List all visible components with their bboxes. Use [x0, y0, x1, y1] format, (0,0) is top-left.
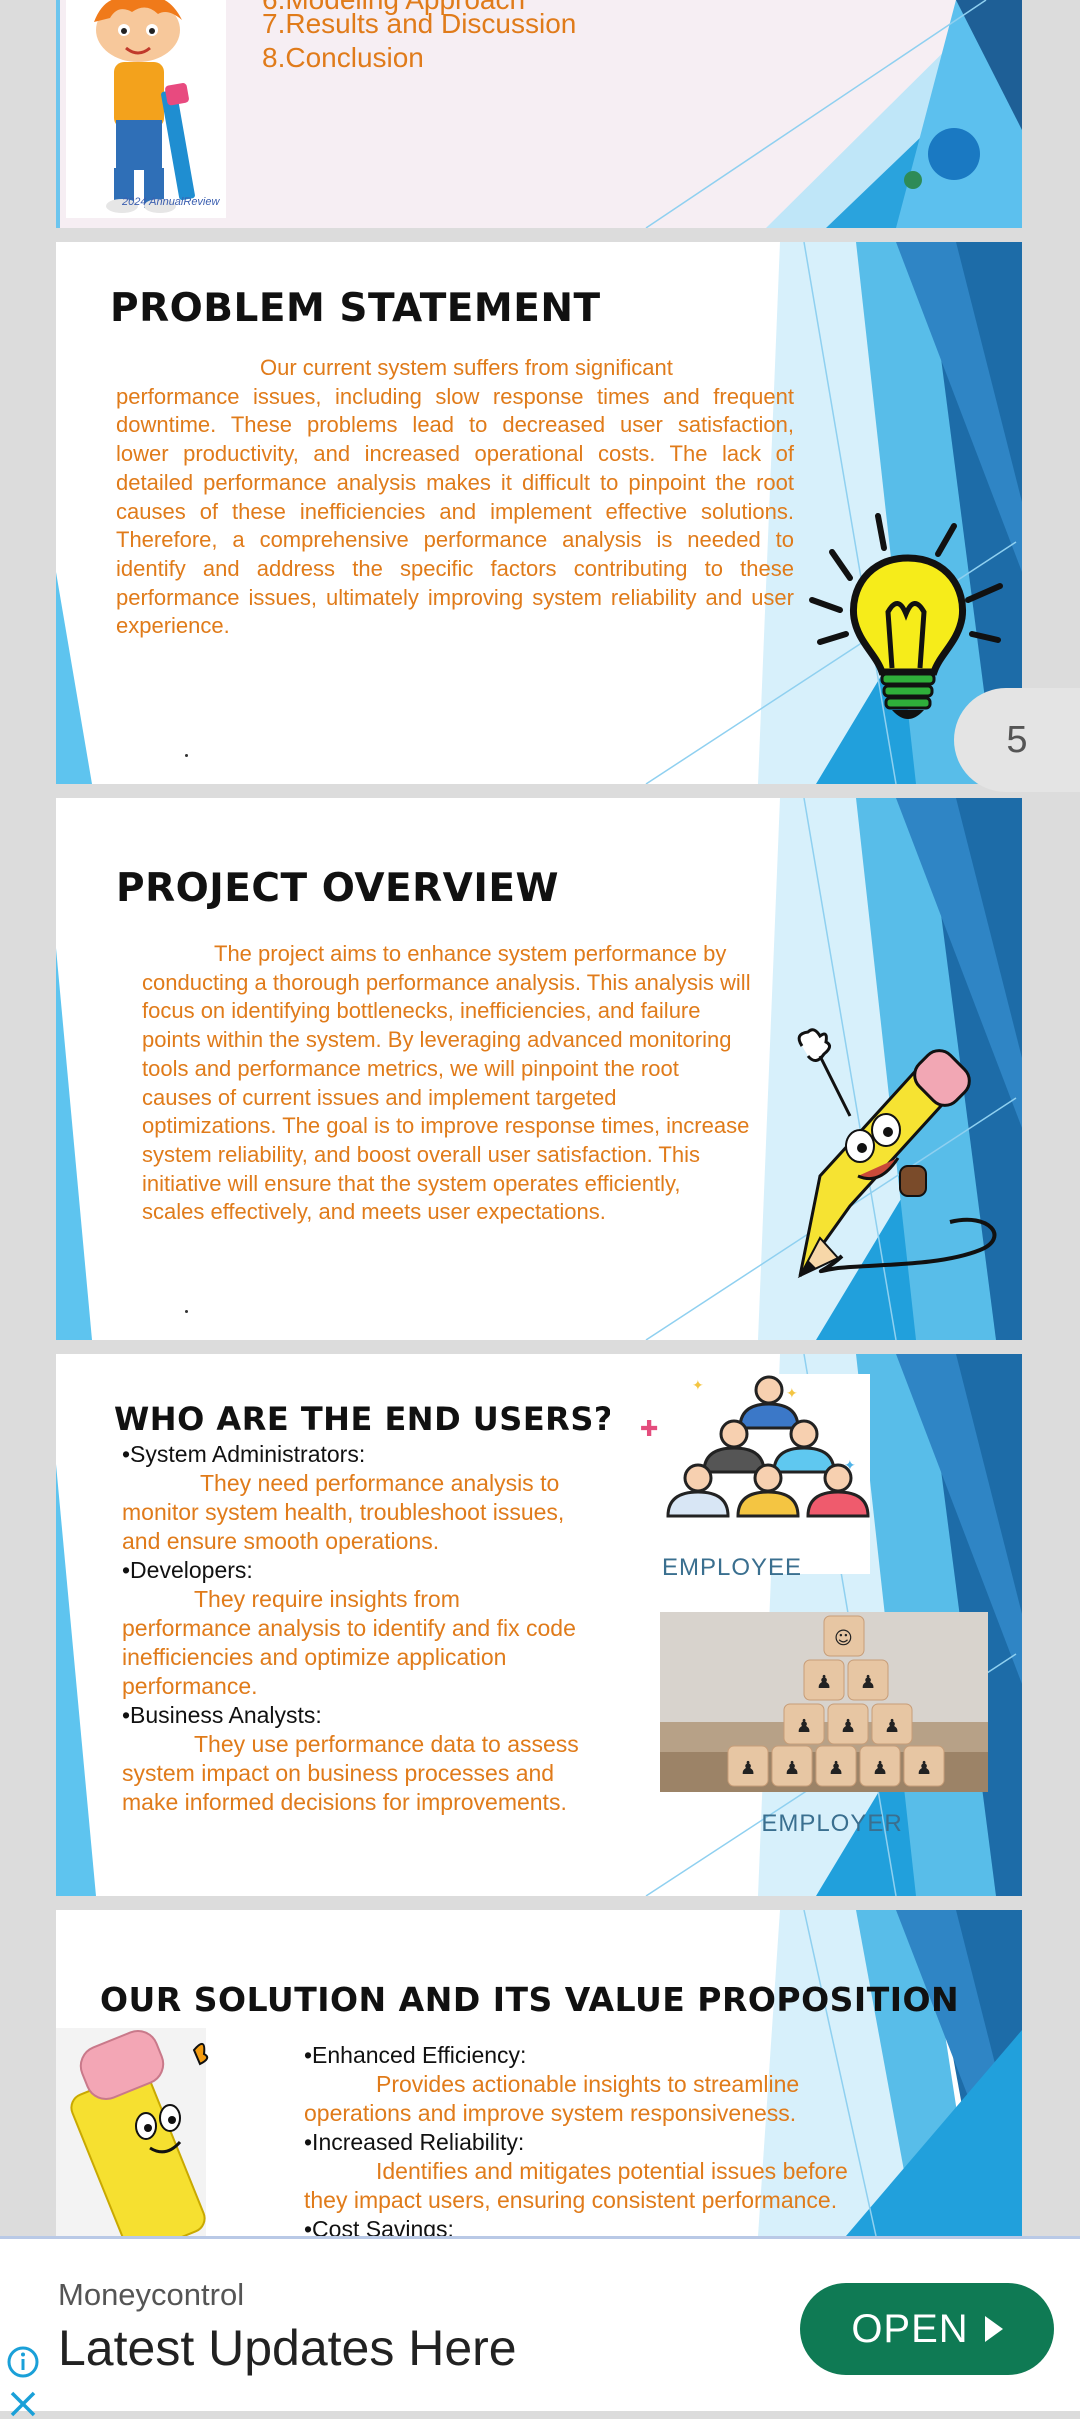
svg-text:♟: ♟ [860, 1672, 876, 1693]
agenda-item: 8.Conclusion [262, 42, 424, 73]
text-line: performance issues, including slow respo… [116, 383, 794, 409]
overview-paragraph: The project aims to enhance system perfo… [142, 940, 782, 1227]
end-users-list: •System Administrators: They need perfor… [122, 1440, 682, 1817]
agenda-item: 7.Results and Discussion [262, 8, 577, 39]
close-icon[interactable] [8, 2389, 38, 2419]
problem-paragraph: Our current system suffers from signific… [116, 354, 794, 641]
svg-text:♟: ♟ [816, 1672, 832, 1693]
employee-caption: EMPLOYEE [661, 1554, 803, 1581]
list-heading: •Enhanced Efficiency: [304, 2042, 527, 2068]
small-dot [185, 754, 188, 757]
text-line: tools and performance metrics, we will p… [142, 1055, 679, 1081]
text-line: Our current system suffers from signific… [260, 355, 673, 380]
text-line: downtime. These problems lead to decreas… [116, 412, 794, 438]
ad-open-label: OPEN [851, 2306, 969, 2351]
list-text-line: Provides actionable insights to streamli… [376, 2071, 800, 2097]
cartoon-boy-illustration [66, 0, 226, 218]
svg-text:✦: ✦ [692, 1378, 704, 1394]
ad-source-label: Moneycontrol [58, 2277, 245, 2312]
employer-caption: EMPLOYER [761, 1810, 903, 1837]
svg-text:♟: ♟ [740, 1758, 756, 1779]
text-line: scales effectively, and meets user expec… [142, 1199, 606, 1225]
svg-text:✚: ✚ [640, 1417, 658, 1442]
svg-text:♟: ♟ [884, 1716, 900, 1737]
list-text-line: They use performance data to assess [194, 1731, 579, 1757]
svg-text:♟: ♟ [916, 1758, 932, 1779]
slide-problem-statement: PROBLEM STATEMENT Our current system suf… [56, 242, 1022, 784]
list-heading: •System Administrators: [122, 1441, 366, 1467]
list-text-line: make informed decisions for improvements… [122, 1789, 567, 1815]
text-line: system reliability, and boost overall us… [142, 1141, 700, 1167]
list-text-line: system impact on business processes and [122, 1760, 555, 1786]
text-line: conducting a thorough performance analys… [142, 969, 751, 995]
text-line: performance issues, ultimately improving… [116, 584, 794, 610]
play-arrow-icon [984, 2316, 1003, 2342]
text-line: initiative will ensure that the system o… [142, 1170, 681, 1196]
text-line: causes of current issues and implement t… [142, 1084, 617, 1110]
pencil-character-illustration [797, 1028, 997, 1279]
ad-headline[interactable]: Latest Updates Here [58, 2319, 517, 2377]
text-line: focus on identifying bottlenecks, ineffi… [142, 998, 701, 1024]
text-line: lower productivity, and increased operat… [116, 441, 794, 467]
list-text-line: Identifies and mitigates potential issue… [376, 2158, 848, 2184]
list-text-line: performance. [122, 1673, 258, 1699]
info-icon[interactable] [6, 2345, 40, 2379]
slide-title: PROBLEM STATEMENT [110, 286, 601, 331]
svg-text:♟: ♟ [784, 1758, 800, 1779]
slide-title: PROJECT OVERVIEW [116, 866, 560, 911]
solution-list: •Enhanced Efficiency: Provides actionabl… [304, 2041, 924, 2236]
list-heading: •Increased Reliability: [304, 2129, 525, 2155]
slide-title: WHO ARE THE END USERS? [114, 1400, 613, 1438]
list-text-line: inefficiencies and optimize application [122, 1644, 507, 1670]
svg-text:♟: ♟ [840, 1716, 856, 1737]
pencil-mascot-illustration [56, 2028, 270, 2236]
svg-text:♟: ♟ [872, 1758, 888, 1779]
svg-text:♟: ♟ [828, 1758, 844, 1779]
slide-project-overview: PROJECT OVERVIEW The project aims to enh… [56, 798, 1022, 1340]
list-text-line: they impact users, ensuring consistent p… [304, 2187, 838, 2213]
employer-blocks-photo: ☺ ♟ ♟ ♟ ♟ ♟ ♟ ♟ ♟ ♟ ♟ [660, 1612, 988, 1792]
slide-agenda: 2024 AnnualReview 6.Modeling Approach 7.… [56, 0, 1022, 228]
watermark-label: 2024 AnnualReview [122, 196, 220, 208]
slide-solution: OUR SOLUTION AND ITS VALUE PROPOSITION •… [56, 1910, 1022, 2236]
ad-banner[interactable]: Moneycontrol Latest Updates Here OPEN [0, 2236, 1080, 2417]
slide-title: OUR SOLUTION AND ITS VALUE PROPOSITION [100, 1980, 960, 2019]
list-text-line: They require insights from [194, 1586, 460, 1612]
svg-text:☺: ☺ [834, 1628, 853, 1649]
list-heading: •Developers: [122, 1557, 253, 1583]
text-line: experience. [116, 613, 230, 639]
list-text-line: monitor system health, troubleshoot issu… [122, 1499, 565, 1525]
text-line: Therefore, a comprehensive performance a… [116, 527, 794, 553]
text-line: points within the system. By leveraging … [142, 1027, 732, 1053]
text-line: optimizations. The goal is to improve re… [142, 1113, 750, 1139]
list-text-line: and ensure smooth operations. [122, 1528, 440, 1554]
list-heading: •Cost Savings: [304, 2216, 454, 2236]
employee-pyramid-illustration: ✦ ✦ ✚ ✦ [610, 1374, 870, 1574]
text-line: identify and address the specific factor… [116, 555, 794, 581]
svg-text:♟: ♟ [796, 1716, 812, 1737]
slide-end-users: WHO ARE THE END USERS? •System Administr… [56, 1354, 1022, 1896]
svg-text:✦: ✦ [786, 1386, 798, 1402]
list-text-line: performance analysis to identify and fix… [122, 1615, 576, 1641]
list-heading: •Business Analysts: [122, 1702, 322, 1728]
list-text-line: They need performance analysis to [200, 1470, 560, 1496]
list-text-line: operations and improve system responsive… [304, 2100, 797, 2126]
small-dot [185, 1310, 188, 1313]
ad-open-button[interactable]: OPEN [800, 2283, 1054, 2375]
text-line: The project aims to enhance system perfo… [214, 941, 727, 966]
text-line: detailed performance analysis makes it d… [116, 469, 794, 495]
slide-number-badge[interactable]: 5 [954, 688, 1080, 792]
text-line: causes of these inefficiencies and imple… [116, 498, 794, 524]
